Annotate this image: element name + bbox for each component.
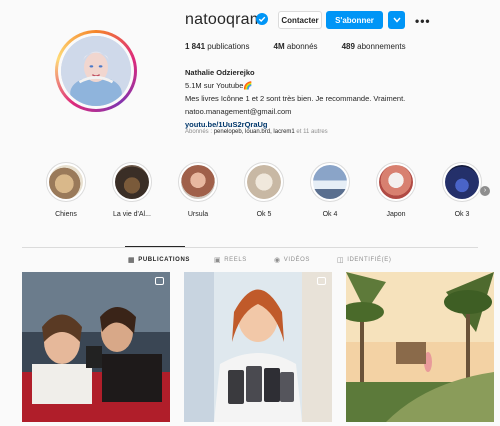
highlight-label: Japon	[386, 211, 406, 218]
highlight-label: La vie d'Al...	[113, 211, 151, 218]
posts-grid	[22, 272, 494, 426]
profile-full-name: Nathalie Odzierejko	[185, 68, 255, 77]
profile-stats: 1 841 publications 4M abonnés 489 abonne…	[185, 42, 430, 51]
highlight-cover	[379, 165, 413, 199]
grid-icon: ▦	[128, 257, 136, 264]
tab-label: REELS	[224, 257, 247, 263]
highlight-cover	[115, 165, 149, 199]
followed-by[interactable]: Abonnés : penelopeb, louan.brd, lacrem1 …	[185, 129, 328, 135]
highlights-next-button[interactable]: ›	[480, 186, 490, 196]
post-tile[interactable]	[184, 272, 332, 422]
follow-button[interactable]: S'abonner	[326, 11, 383, 29]
contact-button[interactable]: Contacter	[278, 11, 322, 29]
profile-tabs: ▦ PUBLICATIONS ▣ REELS ◉ VIDÉOS ◫ IDENTI…	[0, 256, 500, 266]
highlight-item[interactable]: Ok 4	[304, 162, 356, 218]
highlight-item[interactable]: Chiens	[40, 162, 92, 218]
following-label: abonnements	[354, 42, 406, 51]
highlight-label: Chiens	[55, 211, 77, 218]
post-tile[interactable]	[22, 272, 170, 422]
followed-by-prefix: Abonnés :	[185, 129, 214, 135]
suggestions-dropdown-button[interactable]	[388, 11, 405, 29]
highlight-item[interactable]: Ursula	[172, 162, 224, 218]
highlight-label: Ok 3	[454, 211, 470, 218]
followed-by-suffix: et 11 autres	[294, 129, 328, 135]
highlight-item[interactable]: Ok 5	[238, 162, 290, 218]
tab-label: IDENTIFIÉ(E)	[347, 257, 392, 263]
highlight-cover	[181, 165, 215, 199]
chevron-right-icon: ›	[483, 187, 487, 194]
story-highlights: Chiens La vie d'Al... Ursula Ok 5 Ok 4 J…	[40, 162, 490, 222]
tab-tagged[interactable]: ◫ IDENTIFIÉ(E)	[337, 256, 391, 264]
publications-label: publications	[205, 42, 250, 51]
chevron-down-icon	[392, 17, 401, 23]
post-image	[346, 272, 494, 422]
highlight-cover	[247, 165, 281, 199]
video-icon: ◉	[274, 257, 281, 264]
more-options-button[interactable]: •••	[415, 14, 431, 28]
tagged-icon: ◫	[337, 257, 345, 264]
followers-label: abonnés	[284, 42, 318, 51]
highlight-item[interactable]: Japon	[370, 162, 422, 218]
following-count: 489	[341, 42, 355, 51]
following-stat[interactable]: 489 abonnements	[342, 42, 406, 51]
publications-count: 1 841	[185, 42, 206, 51]
followed-by-names: penelopeb, louan.brd, lacrem1	[213, 129, 295, 135]
highlight-cover	[49, 165, 83, 199]
profile-bio: Nathalie Odzierejko 5.1M sur Youtube🌈 Me…	[185, 66, 405, 131]
tab-videos[interactable]: ◉ VIDÉOS	[274, 256, 310, 264]
profile-username: natooqram	[185, 11, 264, 28]
tab-reels[interactable]: ▣ REELS	[214, 256, 247, 264]
tab-label: PUBLICATIONS	[138, 257, 190, 263]
publications-stat: 1 841 publications	[185, 42, 250, 51]
tab-publications[interactable]: ▦ PUBLICATIONS	[128, 256, 190, 264]
followers-stat[interactable]: 4M abonnés	[274, 42, 318, 51]
bio-email: natoo.management@gmail.com	[185, 107, 292, 116]
carousel-icon	[317, 277, 326, 285]
highlight-label: Ursula	[187, 211, 209, 218]
active-tab-indicator	[125, 246, 185, 247]
tab-label: VIDÉOS	[283, 257, 310, 263]
highlight-cover	[313, 165, 347, 199]
bio-line: Mes livres Icônne 1 et 2 sont très bien.…	[185, 94, 406, 103]
post-tile[interactable]	[346, 272, 494, 422]
highlight-label: Ok 4	[322, 211, 338, 218]
bio-line: 5.1M sur Youtube🌈	[185, 81, 253, 90]
highlight-cover	[445, 165, 479, 199]
carousel-icon	[155, 277, 164, 285]
highlight-label: Ok 5	[256, 211, 272, 218]
reels-icon: ▣	[214, 257, 222, 264]
verified-badge-icon	[256, 13, 268, 25]
post-image	[22, 272, 170, 422]
highlight-item[interactable]: La vie d'Al...	[106, 162, 158, 218]
avatar-photo	[61, 36, 131, 106]
followers-count: 4M	[273, 42, 285, 51]
post-image	[184, 272, 332, 422]
profile-avatar[interactable]	[55, 30, 137, 112]
tabs-divider	[22, 247, 478, 248]
